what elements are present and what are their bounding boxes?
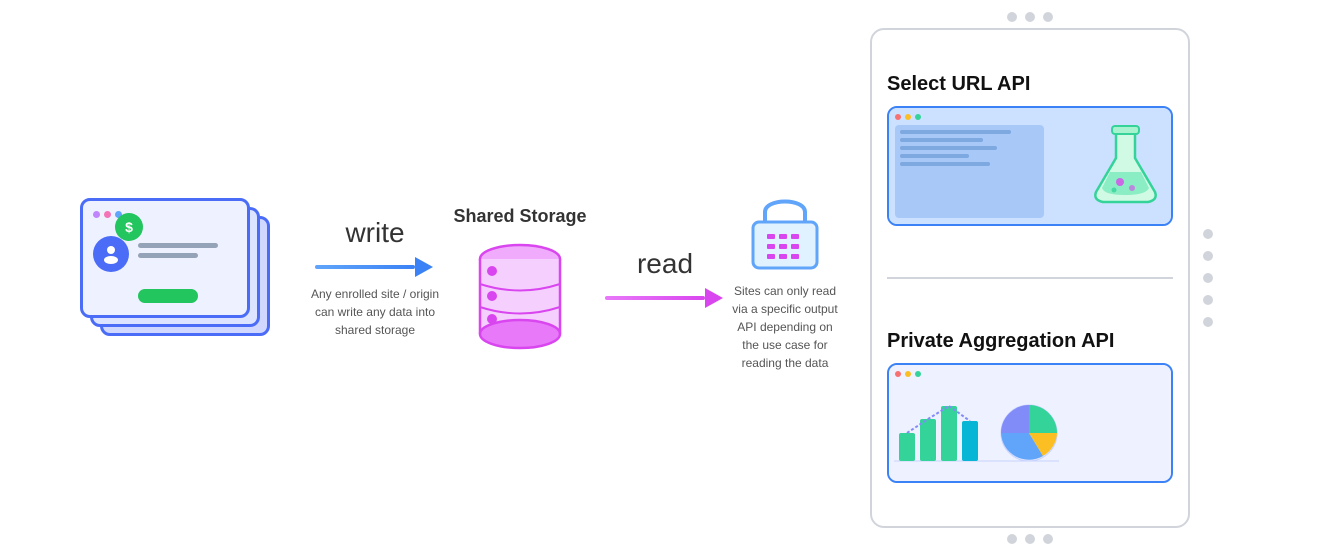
side-dots	[1203, 229, 1213, 327]
side-dot-4	[1203, 295, 1213, 305]
card-line-1	[138, 243, 218, 248]
enrolled-site-section: $	[40, 198, 310, 358]
card-avatar	[93, 236, 129, 272]
card-button	[138, 289, 198, 303]
private-aggregation-section: Private Aggregation API	[887, 330, 1173, 483]
private-aggregation-title: Private Aggregation API	[887, 330, 1114, 353]
panel-dot-bottom-1	[1007, 534, 1017, 544]
side-dot-5	[1203, 317, 1213, 327]
read-area: read	[605, 248, 725, 308]
browser-left-pane	[895, 125, 1044, 218]
browser-line-5	[900, 162, 990, 166]
select-url-api-title: Select URL API	[887, 73, 1030, 96]
arrow-pink-line	[605, 296, 705, 300]
shared-storage-label: Shared Storage	[453, 206, 586, 227]
browser-line-2	[900, 138, 983, 142]
write-arrow	[315, 257, 435, 277]
panel-divider	[887, 277, 1173, 279]
browser-dot-green	[915, 114, 921, 120]
bar-chart-svg	[894, 391, 1059, 471]
side-dot-3	[1203, 273, 1213, 283]
side-dot-2	[1203, 251, 1213, 261]
main-content: $ write	[0, 0, 1333, 555]
browser-lines	[895, 125, 1044, 171]
panel-dot-2	[1025, 12, 1035, 22]
chart-dot-yellow	[905, 371, 911, 377]
card-front: $	[80, 198, 250, 318]
panel-dot-3	[1043, 12, 1053, 22]
chart-dot-red	[895, 371, 901, 377]
flask-svg-icon	[1088, 120, 1163, 205]
panel-dot-bottom-3	[1043, 534, 1053, 544]
chart-browser-bar	[895, 371, 1165, 377]
right-api-panel: Select URL API	[870, 28, 1190, 528]
browser-mockup	[889, 108, 1171, 224]
lock-section: Sites can only read via a specific outpu…	[730, 184, 840, 372]
select-url-api-section: Select URL API	[887, 73, 1173, 226]
shared-storage-section: Shared Storage	[440, 206, 600, 349]
read-arrow	[605, 288, 725, 308]
diagram-container: $ write	[0, 0, 1333, 555]
browser-dot-yellow	[905, 114, 911, 120]
card-lines	[138, 243, 218, 258]
browser-line-1	[900, 130, 1011, 134]
arrow-blue-head	[415, 257, 433, 277]
write-label: write	[345, 217, 404, 249]
card-dollar-icon: $	[115, 213, 143, 241]
private-aggregation-card	[887, 363, 1173, 483]
dot-purple	[93, 211, 100, 218]
chart-mockup	[889, 365, 1171, 481]
cards-stack: $	[75, 198, 275, 348]
browser-line-3	[900, 146, 997, 150]
panel-dot-1	[1007, 12, 1017, 22]
write-arrow-area: write Any enrolled site / origin can wri…	[310, 217, 440, 339]
arrow-pink-head	[705, 288, 723, 308]
chart-dot-green	[915, 371, 921, 377]
database-icon	[470, 239, 570, 349]
arrow-blue-line	[315, 265, 415, 269]
panel-dots-top	[1007, 12, 1053, 22]
panel-dot-bottom-2	[1025, 534, 1035, 544]
read-description: Sites can only read via a specific outpu…	[730, 282, 840, 372]
select-url-api-card	[887, 106, 1173, 226]
panel-dots-bottom	[1007, 534, 1053, 544]
browser-line-4	[900, 154, 969, 158]
dot-pink	[104, 211, 111, 218]
lock-icon	[745, 184, 825, 274]
card-line-2	[138, 253, 198, 258]
card-dots	[93, 211, 237, 218]
read-label: read	[637, 248, 693, 280]
write-description: Any enrolled site / origin can write any…	[310, 285, 440, 339]
browser-dot-red	[895, 114, 901, 120]
side-dot-1	[1203, 229, 1213, 239]
